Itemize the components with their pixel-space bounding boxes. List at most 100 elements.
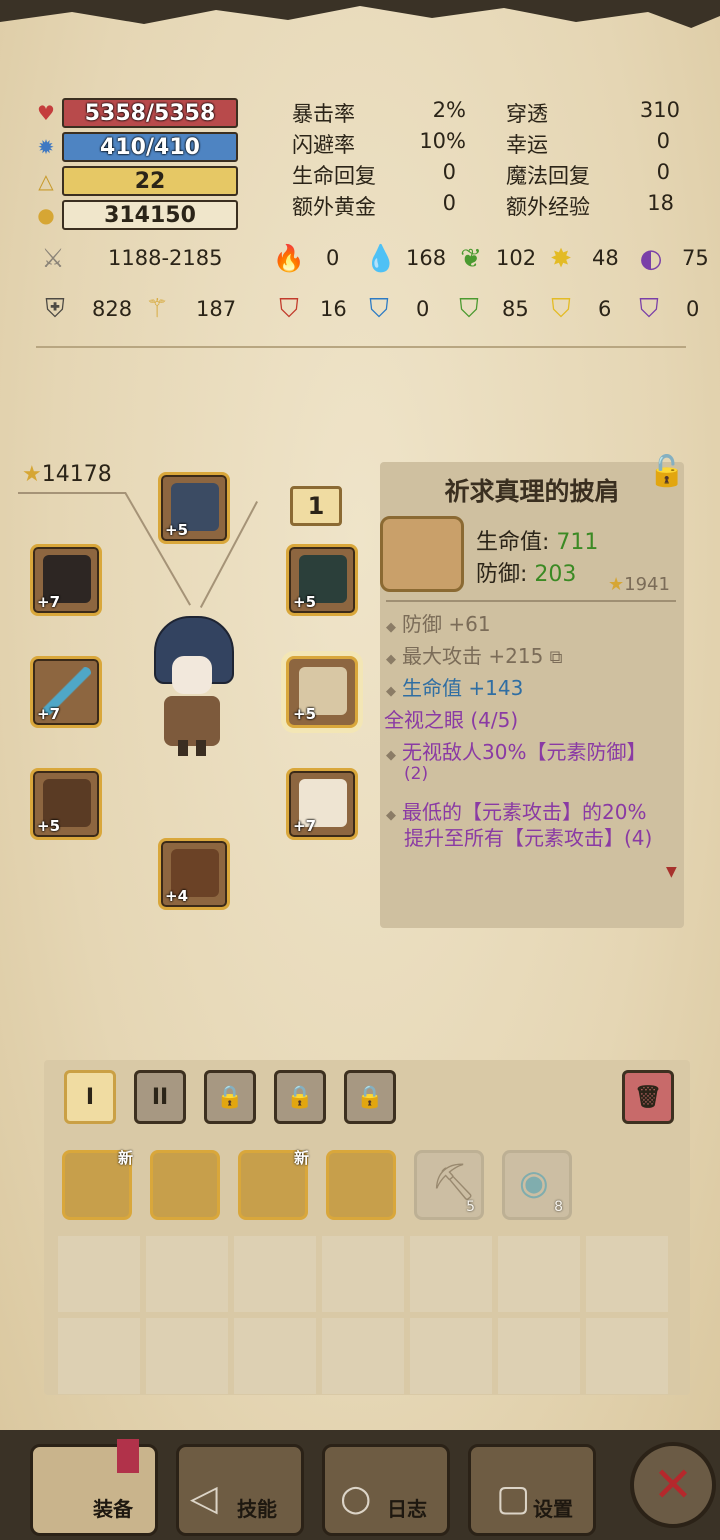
inventory-item-scroll[interactable]: ◉ 8 <box>502 1150 572 1220</box>
equip-slot-helmet[interactable]: +5 <box>158 472 230 544</box>
system-back-icon[interactable]: ◁ <box>190 1478 218 1519</box>
inventory-item-chest[interactable]: 新 <box>238 1149 309 1220</box>
attr-max-attack: 最大攻击 +215 <box>402 644 544 668</box>
inventory-cell[interactable] <box>322 1318 404 1394</box>
game-screen: ♥ 5358/5358 ✹ 410/410 △ 22 ● 314150 暴击率 … <box>0 0 720 1540</box>
inventory-item-chest[interactable] <box>326 1150 396 1220</box>
nature-defense-icon: ⛉ <box>459 293 479 324</box>
hp-label: 生命值: <box>476 530 557 555</box>
inventory-item-chest[interactable]: 新 <box>62 1149 133 1220</box>
level-icon: △ <box>38 169 54 193</box>
inventory-item-chest[interactable] <box>150 1150 220 1220</box>
connector-line <box>18 492 126 494</box>
stat-value: 18 <box>647 191 674 215</box>
stat-value: 0 <box>442 191 456 215</box>
nav-equipment[interactable]: 装备 <box>30 1439 158 1536</box>
lock-icon: 🔒 <box>286 1084 314 1110</box>
inventory-item-pickaxe[interactable]: ⛏ 5 <box>414 1150 484 1220</box>
enhance-level: +5 <box>293 593 317 611</box>
new-badge: 新 <box>117 1149 133 1167</box>
inventory-cell[interactable] <box>322 1236 404 1312</box>
bag-tab-2[interactable]: II <box>134 1070 186 1124</box>
nav-label: 设置 <box>533 1497 573 1521</box>
item-detail-panel: 祈求真理的披肩 🔓 生命值: 711 防御: 203 ★1941 ◆ 防御 +61… <box>380 454 685 928</box>
expand-icon[interactable]: ⧉ <box>550 647 563 668</box>
attr-defense: 防御 +61 <box>402 612 491 636</box>
panel-divider <box>386 600 676 602</box>
equip-slot-mask[interactable]: +7 <box>30 544 102 616</box>
bag-tab-1[interactable]: I <box>64 1070 116 1124</box>
equip-slot-weapon[interactable]: +7 <box>30 656 102 728</box>
bag-tab-locked[interactable]: 🔒 <box>204 1070 256 1124</box>
stat-label: 幸运 <box>506 133 548 157</box>
inventory-cell[interactable] <box>234 1318 316 1394</box>
water-defense-icon: ⛉ <box>369 293 389 324</box>
trash-icon: 🗑 <box>634 1084 662 1110</box>
item-count: 5 <box>466 1199 475 1215</box>
equip-slot-boots[interactable]: +4 <box>158 838 230 910</box>
inventory-cell[interactable] <box>586 1236 668 1312</box>
enhance-level: +4 <box>165 887 189 905</box>
nav-label: 日志 <box>387 1497 427 1521</box>
equip-slot-belt[interactable]: +7 <box>286 768 358 840</box>
system-recents-icon[interactable]: ▢ <box>496 1478 530 1519</box>
stat-value: 10% <box>419 129 466 153</box>
equip-slot-gloves[interactable]: +5 <box>30 768 102 840</box>
light-attack-icon: ✸ <box>550 244 572 274</box>
hp-bar: 5358/5358 <box>62 98 238 128</box>
equip-slot-amulet[interactable]: +5 <box>286 544 358 616</box>
shield-icon: ⛨ <box>45 293 65 324</box>
defense-label: 防御: <box>476 562 535 587</box>
inventory-cell[interactable] <box>586 1318 668 1394</box>
inventory-cell[interactable] <box>146 1236 228 1312</box>
fire-defense-icon: ⛉ <box>279 293 299 324</box>
item-score: ★1941 <box>608 574 670 595</box>
inventory-cell[interactable] <box>498 1236 580 1312</box>
fire-defense-value: 16 <box>320 297 347 321</box>
stat-label: 生命回复 <box>292 164 376 188</box>
light-defense-value: 6 <box>598 297 612 321</box>
stat-value: 0 <box>442 160 456 184</box>
bag-tab-locked[interactable]: 🔒 <box>344 1070 396 1124</box>
system-home-icon[interactable]: ○ <box>340 1478 371 1519</box>
inventory-cell[interactable] <box>58 1318 140 1394</box>
inventory-cell[interactable] <box>498 1318 580 1394</box>
set-bonus-line: ◆ 无视敌人30%【元素防御】 <box>386 740 647 764</box>
inventory-cell[interactable] <box>410 1236 492 1312</box>
water-attack-value: 168 <box>406 246 447 270</box>
set-bonus-count: (2) <box>404 764 429 784</box>
item-hp: 生命值: 711 <box>476 524 598 556</box>
unlock-icon[interactable]: 🔓 <box>648 454 685 489</box>
close-button[interactable]: ✕ <box>630 1442 716 1528</box>
loadout-page-button[interactable]: 1 <box>290 486 342 526</box>
stat-label: 闪避率 <box>292 133 355 157</box>
attr-line: ◆ 生命值 +143 <box>386 676 524 700</box>
stat-label: 额外经验 <box>506 195 590 219</box>
nav-settings[interactable]: 设置 <box>468 1444 596 1536</box>
heart-icon: ♥ <box>37 101 55 125</box>
equip-slot-shoulder[interactable]: +5 <box>286 656 358 728</box>
inventory-cell[interactable] <box>234 1236 316 1312</box>
inventory-cell[interactable] <box>410 1318 492 1394</box>
magic-value: 187 <box>196 297 237 321</box>
light-defense-icon: ⛉ <box>551 293 571 324</box>
stat-value: 310 <box>639 98 680 122</box>
inventory-cell[interactable] <box>58 1236 140 1312</box>
item-score-value: 1941 <box>624 574 670 595</box>
dark-defense-icon: ⛉ <box>639 293 659 324</box>
stat-label: 暴击率 <box>292 102 355 126</box>
nav-label: 装备 <box>93 1497 133 1521</box>
fire-attack-icon: 🔥 <box>272 244 306 274</box>
bag-tab-locked[interactable]: 🔒 <box>274 1070 326 1124</box>
water-attack-icon: 💧 <box>364 244 398 274</box>
trash-button[interactable]: 🗑 <box>622 1070 674 1124</box>
gold-icon: ● <box>37 203 55 227</box>
enhance-level: +5 <box>165 521 189 539</box>
set-bonus-2b: 提升至所有【元素攻击】(4) <box>404 826 653 850</box>
stat-label: 魔法回复 <box>506 164 590 188</box>
scroll-down-icon[interactable]: ▼ <box>666 864 677 880</box>
set-bonus-line: ◆ 最低的【元素攻击】的20% <box>386 800 647 824</box>
stat-value: 0 <box>656 129 670 153</box>
inventory-cell[interactable] <box>146 1318 228 1394</box>
attr-line: ◆ 最大攻击 +215 ⧉ <box>386 644 563 668</box>
